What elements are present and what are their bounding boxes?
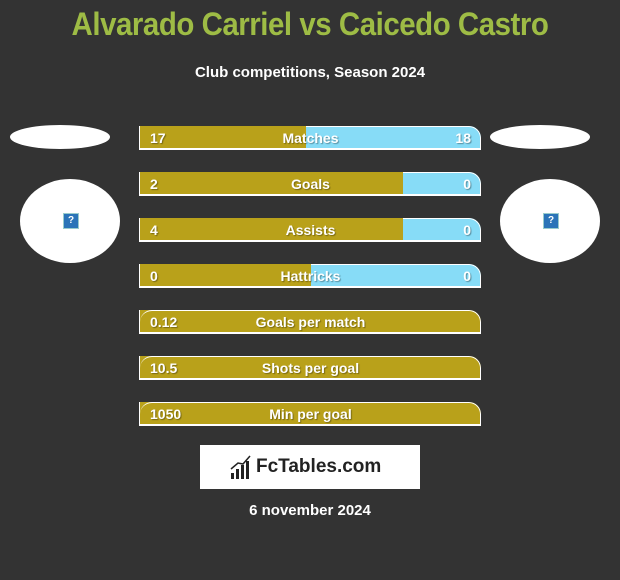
stat-row-shots-per-goal: 10.5 Shots per goal bbox=[139, 356, 481, 380]
stat-label: Goals bbox=[291, 176, 330, 192]
logo-text: FcTables.com bbox=[256, 456, 382, 477]
right-value: 0 bbox=[463, 176, 471, 192]
page-title: Alvarado Carriel vs Caicedo Castro bbox=[71, 6, 549, 42]
stat-label: Hattricks bbox=[280, 268, 341, 284]
right-player-name-badge bbox=[490, 125, 590, 149]
stat-row-matches: 17 Matches 18 bbox=[139, 126, 481, 150]
stat-row-hattricks: 0 Hattricks 0 bbox=[139, 264, 481, 288]
question-icon: ? bbox=[543, 213, 559, 229]
right-value: 18 bbox=[455, 130, 471, 146]
left-player-name-badge bbox=[10, 125, 110, 149]
stat-label: Shots per goal bbox=[261, 360, 360, 376]
stat-label: Matches bbox=[282, 130, 339, 146]
right-player-avatar[interactable]: ? bbox=[500, 179, 600, 263]
stat-row-goals-per-match: 0.12 Goals per match bbox=[139, 310, 481, 334]
stat-row-min-per-goal: 1050 Min per goal bbox=[139, 402, 481, 426]
stat-row-assists: 4 Assists 0 bbox=[139, 218, 481, 242]
stat-label: Assists bbox=[285, 222, 336, 238]
right-value: 0 bbox=[463, 268, 471, 284]
fctables-logo[interactable]: FcTables.com bbox=[200, 445, 420, 489]
date-label: 6 november 2024 bbox=[249, 502, 371, 519]
right-value: 0 bbox=[463, 222, 471, 238]
page-subtitle: Club competitions, Season 2024 bbox=[194, 64, 426, 81]
bar-chart-icon bbox=[230, 455, 251, 479]
question-icon: ? bbox=[63, 213, 79, 229]
stat-row-goals: 2 Goals 0 bbox=[139, 172, 481, 196]
stat-label: Min per goal bbox=[269, 406, 352, 422]
stat-label: Goals per match bbox=[255, 314, 366, 330]
left-player-avatar[interactable]: ? bbox=[20, 179, 120, 263]
